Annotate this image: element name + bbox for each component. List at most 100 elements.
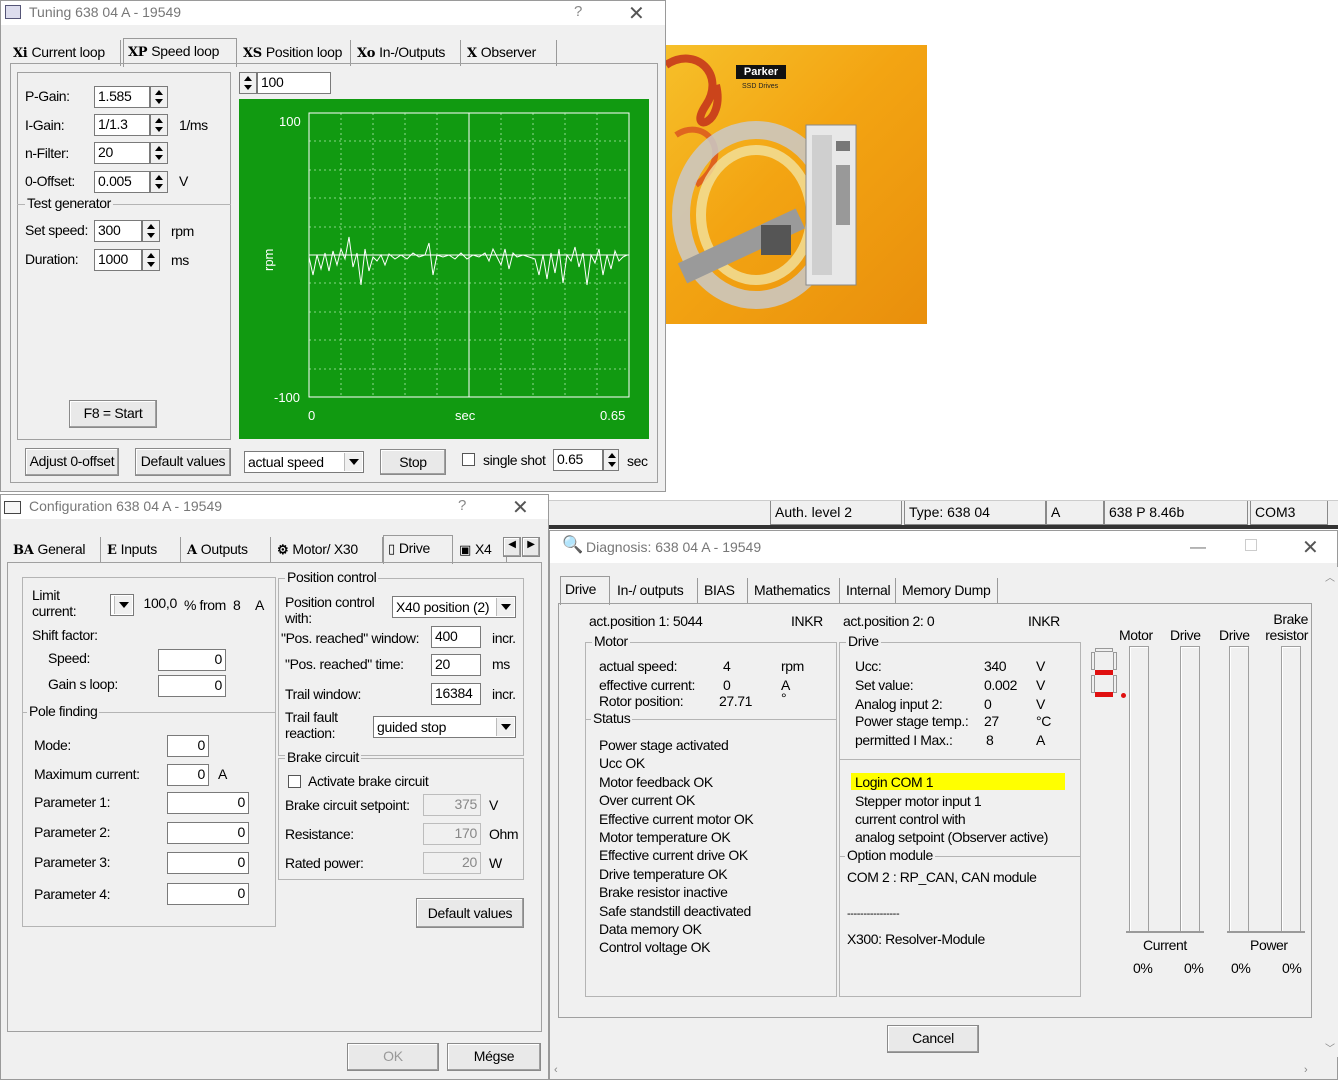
tab-drive[interactable]: ▯ Drive bbox=[383, 535, 453, 564]
help-icon[interactable]: ? bbox=[574, 3, 582, 20]
set-value-label: Set value: bbox=[855, 677, 914, 693]
brake-resistor-power-bar bbox=[1281, 646, 1301, 932]
close-icon[interactable]: ✕ bbox=[1302, 535, 1319, 560]
i-gain-input[interactable]: 1/1.3 bbox=[94, 114, 150, 136]
start-button[interactable]: F8 = Start bbox=[69, 400, 157, 428]
offset-input[interactable]: 0.005 bbox=[94, 171, 150, 193]
drive-current-bar bbox=[1180, 646, 1200, 932]
shift-speed-input[interactable]: 0 bbox=[158, 649, 226, 671]
tab-inputs[interactable]: E Inputs bbox=[103, 537, 181, 563]
single-shot-checkbox[interactable] bbox=[462, 453, 475, 466]
tab-drive[interactable]: Drive bbox=[560, 576, 610, 605]
power-stage-temp-label: Power stage temp.: bbox=[855, 713, 969, 729]
limit-input[interactable]: 100,0 bbox=[134, 594, 180, 616]
ok-button[interactable]: OK bbox=[347, 1043, 439, 1071]
limit-unit: A bbox=[255, 597, 264, 613]
tab-memory-dump[interactable]: Memory Dump bbox=[898, 578, 998, 604]
diagnosis-cancel-button[interactable]: Cancel bbox=[887, 1025, 979, 1053]
scroll-right-icon[interactable]: › bbox=[1304, 1064, 1308, 1076]
config-default-values-button[interactable]: Default values bbox=[416, 898, 524, 928]
activate-brake-checkbox[interactable] bbox=[288, 775, 301, 788]
position-control-select[interactable]: X40 position (2) bbox=[392, 596, 516, 618]
set-speed-input[interactable]: 300 bbox=[94, 220, 142, 242]
max-current-unit: A bbox=[218, 766, 227, 782]
trail-window-label: Trail window: bbox=[285, 686, 361, 702]
shift-gain-input[interactable]: 0 bbox=[158, 675, 226, 697]
ucc-value: 340 bbox=[984, 658, 1007, 674]
tuning-title: Tuning 638 04 A - 19549 bbox=[29, 4, 182, 20]
pos-time-input[interactable]: 20 bbox=[431, 654, 481, 676]
duration-spinner[interactable] bbox=[142, 249, 160, 271]
segment bbox=[1091, 675, 1095, 693]
tab-outputs[interactable]: A Outputs bbox=[183, 537, 271, 563]
parameter-1-input[interactable]: 0 bbox=[167, 792, 249, 814]
diagnosis-content: act.position 1: 5044 INKR act.position 2… bbox=[558, 603, 1312, 1018]
tab-scroll-left[interactable]: ◀ bbox=[503, 537, 521, 557]
trail-window-input[interactable]: 16384 bbox=[431, 683, 481, 705]
tab-motor-x30[interactable]: ⚙ Motor/ X30 bbox=[273, 537, 383, 563]
scale-spinner[interactable] bbox=[239, 72, 257, 94]
close-icon[interactable]: ✕ bbox=[628, 1, 645, 26]
tab-general[interactable]: BA General bbox=[9, 537, 101, 563]
limit-select[interactable] bbox=[110, 594, 134, 616]
mode-input[interactable]: 0 bbox=[167, 735, 209, 757]
scroll-up-icon[interactable]: ︿ bbox=[1325, 569, 1335, 584]
status-item: Brake resistor inactive bbox=[599, 884, 728, 901]
motor-title: Motor bbox=[592, 633, 630, 649]
tab-in-outputs[interactable]: In-/ outputs bbox=[613, 578, 698, 604]
max-current-input[interactable]: 0 bbox=[167, 764, 209, 786]
help-icon[interactable]: ? bbox=[458, 497, 466, 514]
adjust-offset-button[interactable]: Adjust 0-offset bbox=[25, 448, 119, 476]
tab-internal[interactable]: Internal bbox=[842, 578, 896, 604]
time-spinner[interactable] bbox=[603, 449, 619, 471]
pole-finding-title: Pole finding bbox=[27, 703, 100, 719]
parameter-3-input[interactable]: 0 bbox=[167, 852, 249, 874]
diagnosis-titlebar[interactable]: 🔍 Diagnosis: 638 04 A - 19549 — ✕ bbox=[550, 531, 1337, 563]
chevron-down-icon[interactable] bbox=[496, 598, 514, 616]
vertical-scrollbar[interactable]: ︿ ﹀ bbox=[1322, 567, 1338, 1057]
parameter-2-label: Parameter 2: bbox=[34, 824, 111, 840]
n-filter-spinner[interactable] bbox=[150, 142, 168, 164]
tab-mathematics[interactable]: Mathematics bbox=[750, 578, 840, 604]
max-current-label: Maximum current: bbox=[34, 766, 140, 782]
i-gain-spinner[interactable] bbox=[150, 114, 168, 136]
chevron-down-icon[interactable] bbox=[114, 596, 132, 614]
inputs-icon: E bbox=[107, 543, 117, 558]
set-value-value: 0.002 bbox=[984, 677, 1018, 693]
horizontal-scrollbar[interactable]: ‹ › bbox=[550, 1063, 1322, 1079]
offset-spinner[interactable] bbox=[150, 171, 168, 193]
parameter-2-input[interactable]: 0 bbox=[167, 822, 249, 844]
test-generator-title: Test generator bbox=[25, 195, 113, 211]
minimize-icon[interactable]: — bbox=[1190, 539, 1206, 557]
tab-bias[interactable]: BIAS bbox=[700, 578, 748, 604]
tab-scroll-right[interactable]: ▶ bbox=[522, 537, 540, 557]
p-gain-spinner[interactable] bbox=[150, 86, 168, 108]
signal-select[interactable]: actual speed bbox=[244, 451, 364, 473]
config-titlebar[interactable]: Configuration 638 04 A - 19549 ? ✕ bbox=[1, 495, 548, 519]
tab-label: Speed loop bbox=[151, 43, 220, 59]
maximize-icon[interactable] bbox=[1245, 539, 1257, 551]
cancel-button[interactable]: Mégse bbox=[447, 1043, 541, 1071]
duration-input[interactable]: 1000 bbox=[94, 249, 142, 271]
close-icon[interactable]: ✕ bbox=[512, 495, 529, 520]
n-filter-input[interactable]: 20 bbox=[94, 142, 150, 164]
shift-gain-label: Gain s loop: bbox=[48, 676, 118, 692]
stop-button[interactable]: Stop bbox=[380, 449, 446, 475]
default-values-button[interactable]: Default values bbox=[135, 448, 231, 476]
p-gain-input[interactable]: 1.585 bbox=[94, 86, 150, 108]
tuning-titlebar[interactable]: Tuning 638 04 A - 19549 ? ✕ bbox=[1, 1, 665, 25]
scroll-left-icon[interactable]: ‹ bbox=[554, 1064, 558, 1076]
limit-from: % from bbox=[184, 597, 226, 613]
set-speed-spinner[interactable] bbox=[142, 220, 160, 242]
scroll-down-icon[interactable]: ﹀ bbox=[1325, 1040, 1335, 1055]
trail-fault-select[interactable]: guided stop bbox=[373, 716, 516, 738]
scale-input[interactable]: 100 bbox=[257, 72, 331, 94]
diagnosis-tabs: Drive In-/ outputs BIAS Mathematics Inte… bbox=[560, 576, 1060, 605]
chevron-down-icon[interactable] bbox=[496, 718, 514, 736]
pos-window-input[interactable]: 400 bbox=[431, 626, 481, 648]
time-input[interactable]: 0.65 bbox=[553, 449, 603, 471]
parameter-4-input[interactable]: 0 bbox=[167, 883, 249, 905]
tab-label: Position loop bbox=[265, 44, 343, 60]
chevron-down-icon[interactable] bbox=[344, 453, 362, 471]
tab-x4[interactable]: ▣ X4 bbox=[455, 537, 507, 563]
